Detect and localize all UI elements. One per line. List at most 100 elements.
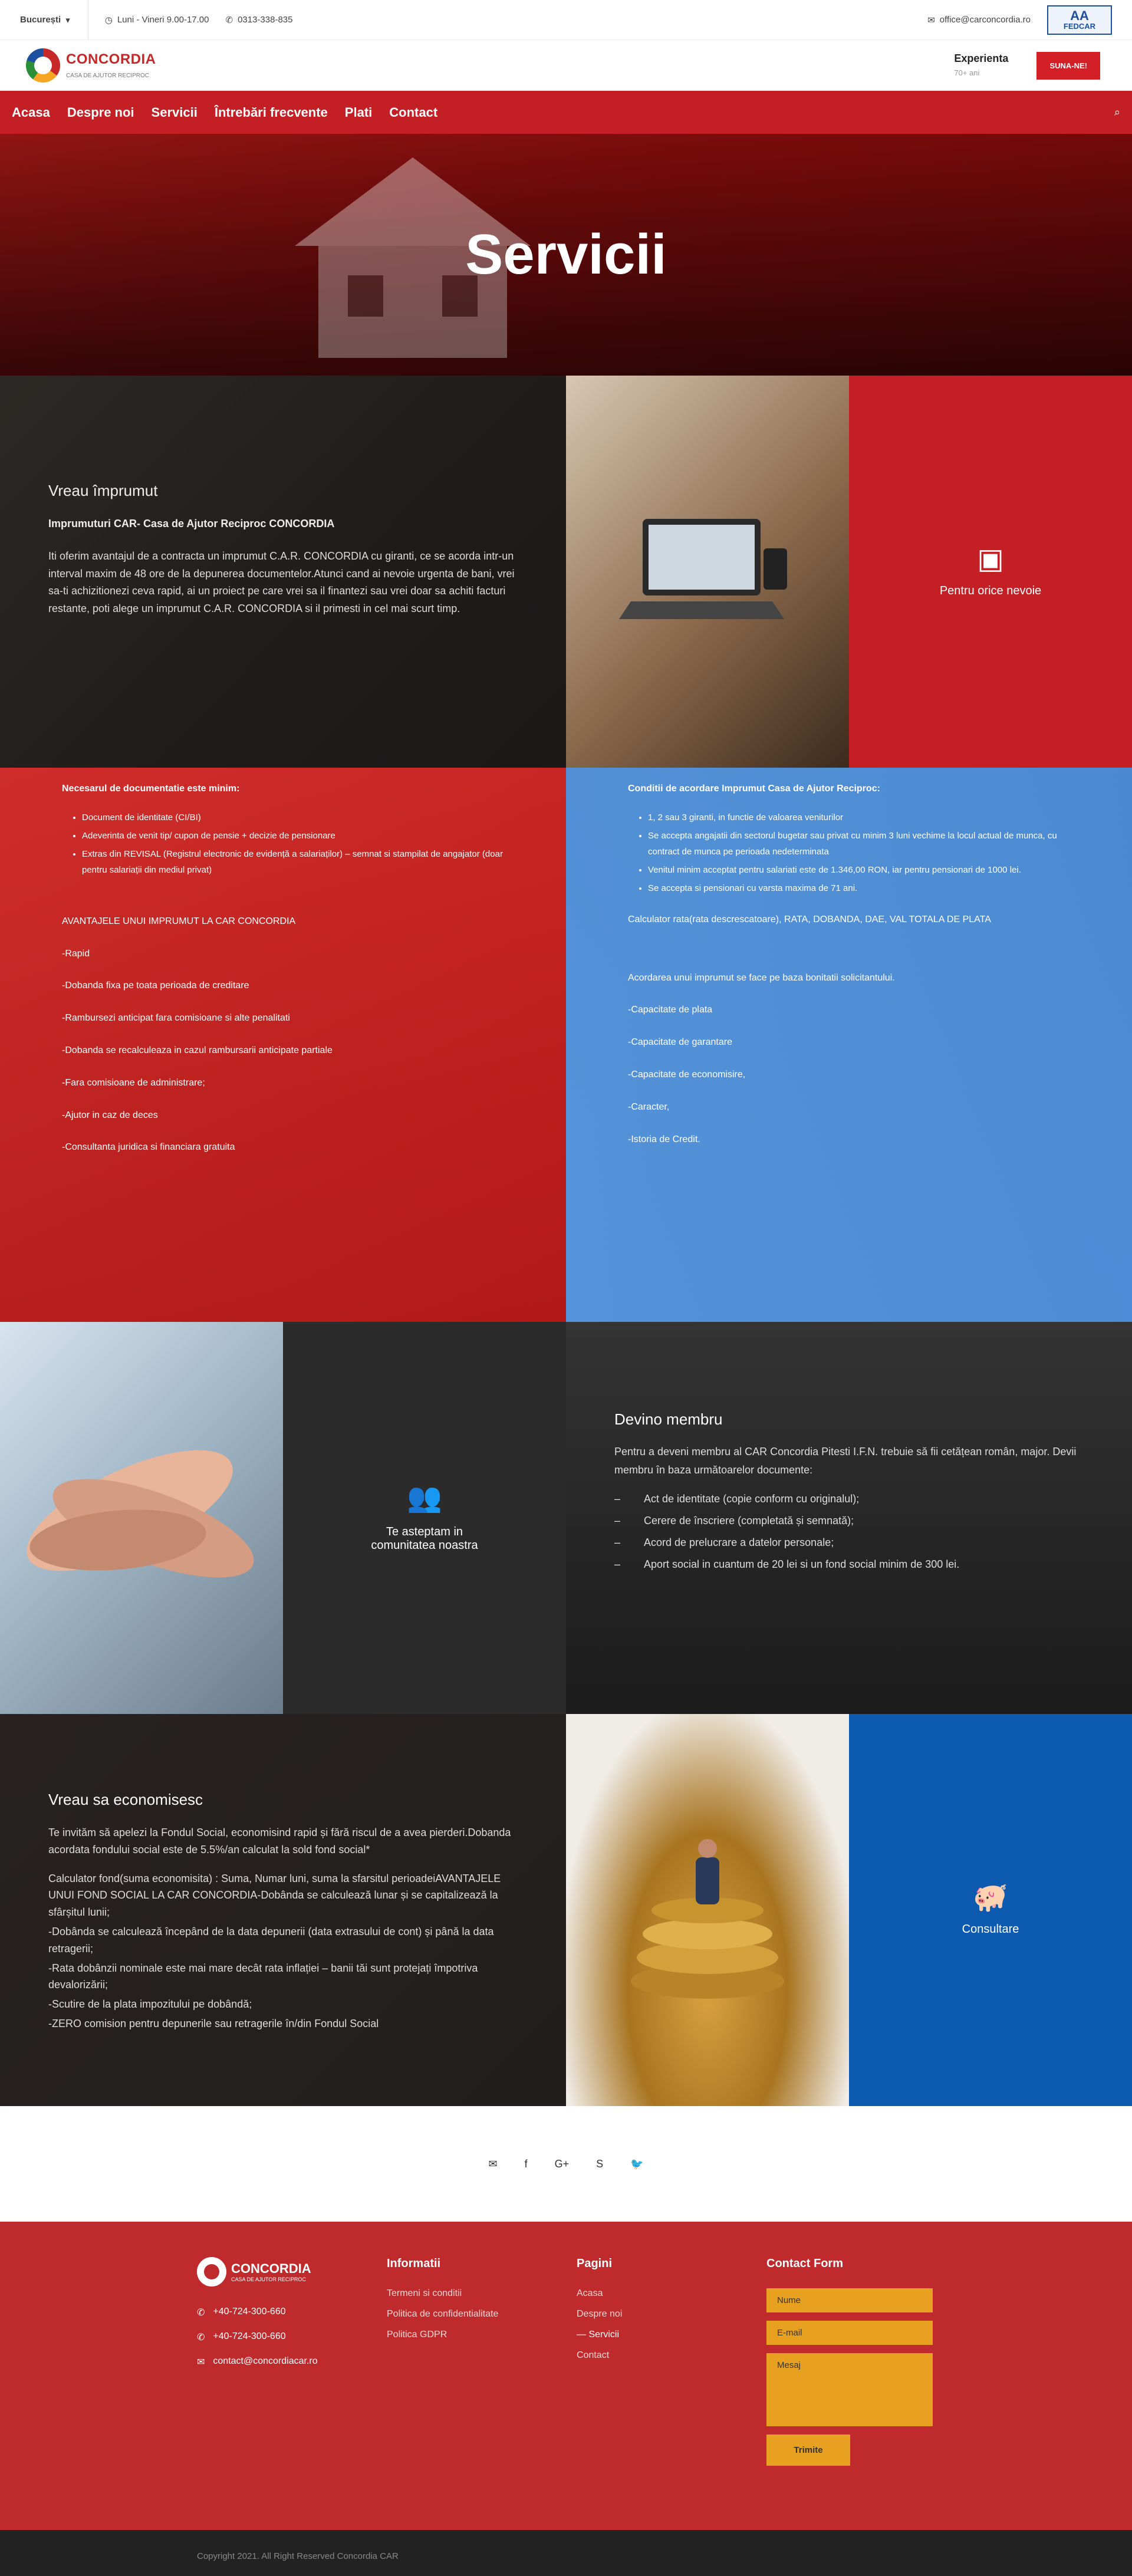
header: CONCORDIA CASA DE AJUTOR RECIPROC Experi… bbox=[0, 40, 1132, 91]
info-heading: Informatii bbox=[387, 2257, 441, 2270]
member-section: 👥 Te asteptam in comunitatea noastra Dev… bbox=[0, 1322, 1132, 1714]
list-item: -Fara comisioane de administrare; bbox=[62, 1077, 205, 1088]
conditions-title: Conditii de acordare Imprumut Casa de Aj… bbox=[628, 784, 880, 794]
list-item: Se accepta angajatii din sectorul bugeta… bbox=[648, 828, 1070, 860]
footer-link-terms[interactable]: Termeni si conditii bbox=[387, 2288, 577, 2299]
nav-item-intrebari[interactable]: Întrebări frecvente bbox=[215, 105, 328, 120]
dash-mark: – bbox=[614, 1515, 621, 1527]
email-field[interactable]: E-mail bbox=[766, 2321, 933, 2345]
email-social-icon[interactable]: ✉ bbox=[488, 2158, 497, 2170]
coins-image bbox=[566, 1714, 849, 2106]
fedcar-badge[interactable]: AA FEDCAR bbox=[1047, 5, 1112, 35]
footer-link-gdpr[interactable]: Politica GDPR bbox=[387, 2330, 577, 2340]
list-item: 1, 2 sau 3 giranti, in functie de valoar… bbox=[648, 810, 1070, 825]
message-field[interactable]: Mesaj bbox=[766, 2353, 933, 2426]
footer-link-servicii[interactable]: — Servicii bbox=[577, 2330, 766, 2340]
savings-text-panel: Vreau sa economisesc Te invităm să apele… bbox=[0, 1714, 566, 2106]
google-plus-icon[interactable]: G+ bbox=[555, 2158, 570, 2170]
wallet-icon: ▣ bbox=[977, 544, 1004, 575]
consult-box[interactable]: 🐖 Consultare bbox=[849, 1714, 1132, 2106]
nav-item-acasa[interactable]: Acasa bbox=[12, 105, 50, 120]
dash-mark: – bbox=[614, 1537, 621, 1549]
laptop-icon bbox=[619, 518, 787, 619]
list-item: -Capacitate de garantare bbox=[628, 1037, 732, 1048]
working-hours: ◷ Luni - Vineri 9.00-17.00 bbox=[105, 15, 209, 25]
list-item: Extras din REVISAL (Registrul electronic… bbox=[82, 846, 504, 878]
copyright-text: Copyright 2021. All Right Reserved Conco… bbox=[197, 2551, 399, 2561]
nav-item-servicii[interactable]: Servicii bbox=[152, 105, 198, 120]
list-item: Venitul minim acceptat pentru salariati … bbox=[648, 862, 1070, 878]
top-bar: București ▾ ◷ Luni - Vineri 9.00-17.00 ✆… bbox=[0, 0, 1132, 40]
twitter-icon[interactable]: 🐦 bbox=[630, 2158, 643, 2170]
dash-mark: – bbox=[614, 1558, 621, 1571]
list-item: -Rapid bbox=[62, 948, 90, 959]
nav-item-plati[interactable]: Plati bbox=[345, 105, 372, 120]
skype-icon[interactable]: S bbox=[596, 2158, 603, 2170]
top-email[interactable]: ✉ office@carconcordia.ro bbox=[927, 15, 1031, 25]
dash-mark: – bbox=[614, 1493, 621, 1505]
footer-phone[interactable]: ✆ +40-724-300-660 bbox=[197, 2307, 387, 2318]
list-item: Adeverinta de venit tip/ cupon de pensie… bbox=[82, 828, 504, 844]
footer-link-despre[interactable]: Despre noi bbox=[577, 2309, 766, 2320]
savings-title: Vreau sa economisesc bbox=[48, 1791, 203, 1808]
footer-logo[interactable]: CONCORDIA CASA DE AJUTOR RECIPROC bbox=[197, 2257, 387, 2287]
footer-link-acasa[interactable]: Acasa bbox=[577, 2288, 766, 2299]
coins-icon bbox=[631, 1838, 784, 1999]
list-item: -Caracter, bbox=[628, 1101, 670, 1112]
list-item: -Dobanda se recalculeaza in cazul rambur… bbox=[62, 1045, 333, 1055]
nav-item-contact[interactable]: Contact bbox=[389, 105, 437, 120]
footer: CONCORDIA CASA DE AJUTOR RECIPROC ✆ +40-7… bbox=[0, 2222, 1132, 2530]
hands-image bbox=[0, 1322, 283, 1714]
experience-title: Experienta bbox=[954, 52, 1009, 64]
piggy-bank-icon: 🐖 bbox=[973, 1882, 1008, 1913]
member-title: Devino membru bbox=[614, 1410, 723, 1428]
any-need-box[interactable]: ▣ Pentru orice nevoie bbox=[849, 376, 1132, 768]
name-field[interactable]: Nume bbox=[766, 2288, 933, 2312]
search-icon[interactable]: ⌕ bbox=[1114, 106, 1120, 119]
copyright-bar: Copyright 2021. All Right Reserved Conco… bbox=[0, 2530, 1132, 2576]
list-item-text: Act de identitate (copie conform cu orig… bbox=[644, 1493, 860, 1505]
list-item: – Acord de prelucrare a datelor personale… bbox=[614, 1537, 1084, 1549]
envelope-icon: ✉ bbox=[197, 2357, 205, 2367]
footer-link-privacy[interactable]: Politica de confidentialitate bbox=[387, 2309, 577, 2320]
loan-section: Vreau împrumut Imprumuturi CAR- Casa de … bbox=[0, 376, 1132, 768]
community-box[interactable]: 👥 Te asteptam in comunitatea noastra bbox=[283, 1322, 566, 1714]
footer-phone-text: +40-724-300-660 bbox=[213, 2331, 286, 2341]
facebook-icon[interactable]: f bbox=[525, 2158, 528, 2170]
top-phone[interactable]: ✆ 0313-338-835 bbox=[225, 15, 292, 25]
hero-banner: Servicii bbox=[0, 134, 1132, 376]
people-icon: 👥 bbox=[407, 1482, 442, 1514]
docs-panel: Necesarul de documentatie este minim: Do… bbox=[0, 768, 566, 1322]
list-item-text: Aport social in cuantum de 20 lei si un … bbox=[644, 1558, 960, 1571]
footer-email-text: contact@concordiacar.ro bbox=[213, 2356, 318, 2366]
loan-text: Iti oferim avantajul de a contracta un i… bbox=[48, 550, 515, 615]
list-item: -Ajutor in caz de deces bbox=[62, 1110, 158, 1120]
main-nav: Acasa Despre noi Servicii Întrebări frec… bbox=[0, 91, 1132, 134]
calculator-text: Calculator rata(rata descrescatoare), RA… bbox=[628, 914, 991, 925]
requirements-section: Necesarul de documentatie este minim: Do… bbox=[0, 768, 1132, 1322]
nav-item-despre-noi[interactable]: Despre noi bbox=[67, 105, 134, 120]
footer-pages: Pagini Acasa Despre noi — Servicii Conta… bbox=[577, 2257, 766, 2530]
consult-label: Consultare bbox=[962, 1923, 1019, 1936]
call-us-button[interactable]: SUNA-NE! bbox=[1036, 51, 1100, 80]
footer-email[interactable]: ✉ contact@concordiacar.ro bbox=[197, 2356, 387, 2368]
city-selector[interactable]: București ▾ bbox=[20, 0, 88, 40]
list-item: – Aport social in cuantum de 20 lei si un… bbox=[614, 1558, 1084, 1571]
experience-block: Experienta 70+ ani bbox=[954, 52, 1008, 80]
savings-section: Vreau sa economisesc Te invităm să apele… bbox=[0, 1714, 1132, 2106]
savings-paragraph: Te invităm să apelezi la Fondul Social, … bbox=[48, 1827, 511, 1855]
fedcar-badge-mark: AA bbox=[1070, 8, 1089, 23]
loan-title: Vreau împrumut bbox=[48, 482, 158, 499]
hours-text: Luni - Vineri 9.00-17.00 bbox=[117, 15, 209, 25]
city-label: București bbox=[20, 15, 61, 25]
submit-button[interactable]: Trimite bbox=[766, 2434, 850, 2466]
site-logo[interactable]: CONCORDIA CASA DE AJUTOR RECIPROC bbox=[26, 48, 156, 83]
docs-title: Necesarul de documentatie este minim: bbox=[62, 784, 240, 794]
loan-text-panel: Vreau împrumut Imprumuturi CAR- Casa de … bbox=[0, 376, 566, 768]
footer-link-contact[interactable]: Contact bbox=[577, 2350, 766, 2361]
phone-text: 0313-338-835 bbox=[238, 15, 293, 25]
logo-icon bbox=[197, 2257, 226, 2287]
list-item: -Istoria de Credit. bbox=[628, 1134, 700, 1144]
active-dash-icon: — bbox=[577, 2330, 589, 2340]
footer-phone[interactable]: ✆ +40-724-300-660 bbox=[197, 2331, 387, 2343]
